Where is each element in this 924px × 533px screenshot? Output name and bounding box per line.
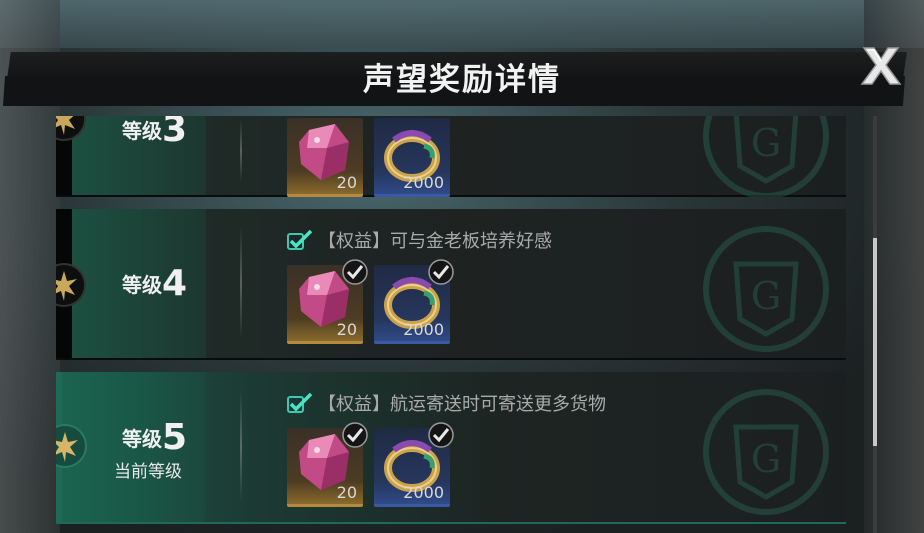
perk-text: 【权益】航运寄送时可寄送更多货物: [286, 390, 606, 416]
reward-item-ring[interactable]: 2000: [374, 118, 450, 197]
perk-text: 【权益】可与金老板培养好感: [286, 227, 552, 253]
owned-check-icon: [342, 259, 368, 285]
title-bar: 声望奖励详情: [0, 48, 924, 116]
level-star-icon: [56, 263, 86, 307]
reward-list[interactable]: G 等级3 20 2000 G 等级4 【权益】可与金老板培养好感 20 200…: [0, 116, 870, 533]
level-star-icon: [56, 116, 86, 141]
guild-emblem-icon: G: [703, 116, 829, 197]
svg-text:G: G: [751, 274, 781, 318]
page-title: 声望奖励详情: [363, 62, 561, 98]
item-quantity: 20: [336, 173, 357, 192]
level-row-3: G 等级3 20 2000: [56, 116, 846, 197]
check-icon: [287, 392, 313, 413]
owned-check-icon: [428, 422, 454, 448]
svg-text:G: G: [751, 437, 781, 481]
item-quantity: 2000: [403, 173, 444, 192]
guild-emblem-icon: G: [703, 389, 829, 515]
owned-check-icon: [342, 422, 368, 448]
background-top: [0, 0, 924, 48]
scrollbar-thumb[interactable]: [873, 238, 877, 446]
current-level-star-icon: [56, 424, 87, 468]
reward-item-crystal[interactable]: 20: [287, 118, 363, 197]
level-row-5-current: G 等级5 当前等级 【权益】航运寄送时可寄送更多货物 20 2000: [56, 372, 846, 524]
check-icon: [287, 229, 313, 250]
owned-check-icon: [428, 259, 454, 285]
item-quantity: 20: [336, 483, 357, 502]
level-label: 等级5: [122, 417, 188, 458]
item-quantity: 2000: [403, 320, 444, 339]
level-label: 等级4: [122, 263, 188, 304]
item-quantity: 20: [336, 320, 357, 339]
level-label: 等级3: [122, 116, 188, 150]
close-x-icon: [860, 47, 902, 85]
item-quantity: 2000: [403, 483, 444, 502]
svg-text:G: G: [751, 121, 781, 165]
close-button[interactable]: [858, 44, 904, 88]
guild-emblem-icon: G: [703, 226, 829, 352]
current-level-label: 当前等级: [114, 462, 182, 482]
level-row-4: G 等级4 【权益】可与金老板培养好感 20 2000: [56, 209, 846, 360]
